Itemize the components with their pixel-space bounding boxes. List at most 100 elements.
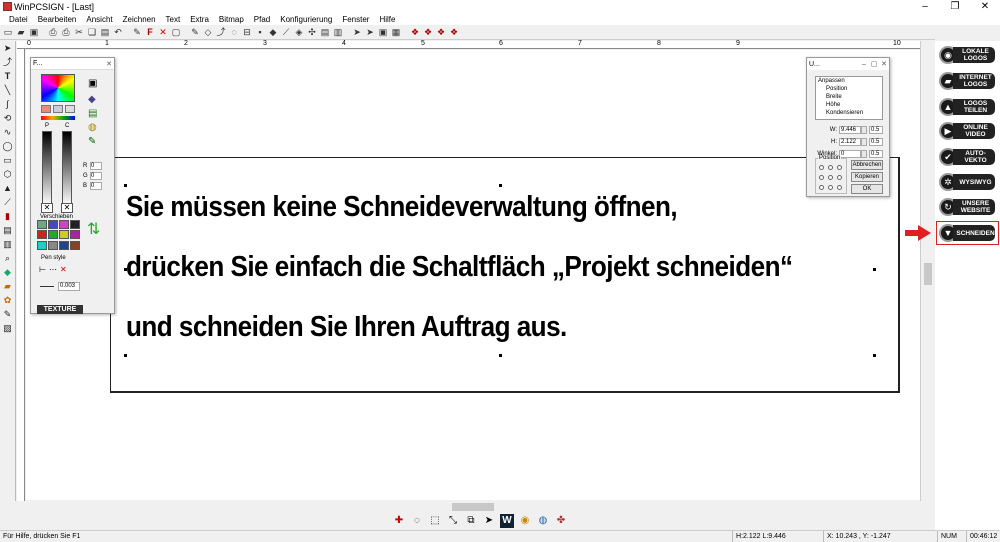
canvas-text-line-1[interactable]: Sie müssen keine Schneideverwaltung öffn… [126, 191, 678, 224]
palette-tool-icon[interactable]: ◆ [88, 94, 100, 106]
edit-node-icon[interactable]: ✎ [189, 26, 201, 38]
b-field[interactable]: 0 [90, 182, 102, 190]
position-radio[interactable] [828, 185, 833, 190]
menu-bitmap[interactable]: Bitmap [214, 15, 249, 24]
bezier-tool-icon[interactable]: ∿ [1, 126, 15, 139]
height-input[interactable]: 2.122 [839, 137, 861, 146]
pointer-icon[interactable]: ➤ [482, 514, 496, 528]
menu-konfigurierung[interactable]: Konfigurierung [275, 15, 337, 24]
position-radio[interactable] [819, 185, 824, 190]
local-logos-button[interactable]: ◉ LOKALE LOGOS [939, 45, 997, 65]
angle-spinner[interactable] [861, 149, 867, 158]
print-icon[interactable]: ⎙ [60, 26, 72, 38]
color-mode-button[interactable] [41, 105, 51, 113]
bitmap-tool-icon[interactable]: ▲ [1, 182, 15, 195]
color-strip[interactable] [41, 116, 75, 120]
lasso-icon[interactable]: ◌ [228, 26, 240, 38]
color-swatch[interactable] [70, 220, 80, 229]
vertical-scrollbar[interactable] [920, 41, 934, 501]
position-radio[interactable] [837, 165, 842, 170]
width-spinner[interactable] [861, 125, 867, 134]
delete-icon[interactable]: ✕ [157, 26, 169, 38]
selection-handle[interactable] [873, 268, 876, 271]
pen-delete-icon[interactable]: ✕ [60, 265, 67, 275]
scroll-thumb[interactable] [452, 503, 494, 511]
menu-extra[interactable]: Extra [185, 15, 214, 24]
position-radio[interactable] [819, 165, 824, 170]
wysiwyg-button[interactable]: ✲ WYSIWYG [939, 172, 997, 192]
color-swatch[interactable] [59, 220, 69, 229]
palette-close-icon[interactable]: ✕ [104, 60, 114, 68]
menu-fenster[interactable]: Fenster [337, 15, 374, 24]
menu-datei[interactable]: Datei [4, 15, 33, 24]
line-tool-icon[interactable]: ╲ [1, 84, 15, 97]
select-arrow-icon[interactable]: ➤ [351, 26, 363, 38]
combine-icon[interactable]: ▦ [390, 26, 402, 38]
globe-icon[interactable]: ◍ [536, 514, 550, 528]
print-preview-icon[interactable]: ⎙ [47, 26, 59, 38]
color-swatch[interactable] [37, 220, 47, 229]
knife-icon[interactable]: ⟋ [280, 26, 292, 38]
canvas-text-line-3[interactable]: und schneiden Sie Ihren Auftrag aus. [126, 311, 567, 344]
lasso-select-icon[interactable]: ◌ [410, 514, 424, 528]
cut-project-button[interactable]: ▼ SCHNEIDEN [936, 221, 999, 245]
copy-button[interactable]: Kopieren [851, 172, 883, 182]
maximize-button[interactable]: ❐ [940, 1, 970, 12]
wysiwyg-icon[interactable]: W [500, 514, 514, 528]
pointer-edit-icon[interactable]: ⤴ [215, 26, 227, 38]
selection-handle[interactable] [124, 354, 127, 357]
text-tool-icon[interactable]: T [1, 70, 15, 83]
tree-item-kondensieren[interactable]: Kondensieren [818, 109, 882, 117]
copy-move-icon[interactable]: ⧉ [464, 514, 478, 528]
color-swatch[interactable] [48, 230, 58, 240]
adjust-tree[interactable]: Anpassen Position Breite Höhe Kondensier… [815, 76, 883, 120]
pencil-tool-icon[interactable]: ✎ [1, 308, 15, 321]
position-radio[interactable] [819, 175, 824, 180]
dialog-close-icon[interactable]: ✕ [879, 60, 889, 68]
color-swatch[interactable] [59, 230, 69, 240]
save-palette-icon[interactable]: ▣ [88, 78, 100, 90]
angle-step-input[interactable]: 0.5 [869, 149, 883, 158]
auto-vekto-button[interactable]: ✔ AUTO-VEKTO [939, 147, 997, 167]
settings-icon[interactable]: ✤ [554, 514, 568, 528]
shift-arrow-icon[interactable]: ⇅ [87, 222, 101, 254]
knife-tool-icon[interactable]: ⟋ [1, 196, 15, 209]
color-mode-button[interactable] [65, 105, 75, 113]
color-swatch[interactable] [59, 240, 69, 250]
horizontal-scrollbar[interactable] [17, 501, 934, 513]
pen-width-field[interactable]: 0.003 [58, 282, 80, 291]
none-outline-icon[interactable]: ✕ [61, 203, 73, 213]
color-swatch[interactable] [37, 240, 47, 250]
shape-tool-icon[interactable]: ⤴ [1, 56, 15, 69]
tree-item-hoehe[interactable]: Höhe [818, 101, 882, 109]
arrange-icon[interactable]: ✣ [306, 26, 318, 38]
color-swatch[interactable] [48, 240, 58, 250]
undo-icon[interactable]: ↶ [112, 26, 124, 38]
paint-tool-icon[interactable]: ✿ [1, 294, 15, 307]
position-radio[interactable] [828, 175, 833, 180]
layout-icon-2[interactable]: ❖ [422, 26, 434, 38]
font-icon[interactable]: F [144, 26, 156, 38]
position-radio[interactable] [828, 165, 833, 170]
zoom-tool-icon[interactable]: ⌕ [1, 252, 15, 265]
open-folder-icon[interactable]: ▰ [15, 26, 27, 38]
none-fill-icon[interactable]: ✕ [41, 203, 53, 213]
rectangle-tool-icon[interactable]: ▭ [1, 154, 15, 167]
ungroup-icon[interactable]: ▥ [332, 26, 344, 38]
layout-icon-3[interactable]: ❖ [435, 26, 447, 38]
layout-icon-4[interactable]: ❖ [448, 26, 460, 38]
selection-handle[interactable] [873, 354, 876, 357]
close-button[interactable]: ✕ [970, 1, 1000, 12]
cut-tool-icon[interactable]: ✂ [73, 26, 85, 38]
color-picker[interactable] [41, 74, 75, 102]
tree-item-position[interactable]: Position [818, 85, 882, 93]
group-icon[interactable]: ▤ [319, 26, 331, 38]
add-node-icon[interactable]: ✚ [392, 514, 406, 528]
palette-tool-icon[interactable]: ▰ [1, 280, 15, 293]
angle-input[interactable]: 0 [839, 149, 861, 158]
swatch-icon[interactable]: ▤ [88, 108, 100, 120]
dialog-maximize-icon[interactable]: ▢ [869, 60, 879, 68]
internet-logos-button[interactable]: ▰ INTERNET LOGOS [939, 71, 997, 91]
fill-tool-icon[interactable]: ▤ [1, 224, 15, 237]
text-style-icon[interactable]: ✎ [131, 26, 143, 38]
